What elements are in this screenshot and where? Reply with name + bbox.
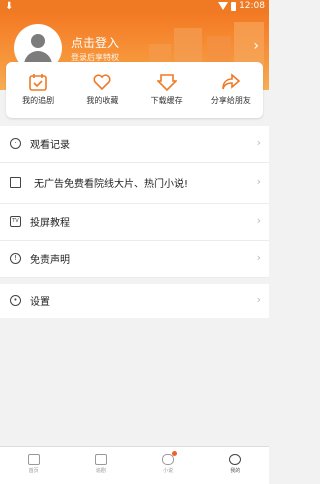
tv-tab-icon	[94, 454, 107, 465]
tv-icon: TV	[10, 216, 21, 227]
calendar-check-icon	[29, 74, 47, 91]
tab-follow[interactable]: 追剧	[67, 447, 134, 484]
menu-item-cast[interactable]: TV 投屏教程 ›	[0, 204, 269, 241]
profile-icon	[229, 454, 242, 465]
menu-item-promo[interactable]: 无广告免费看院线大片、热门小说! ›	[0, 163, 269, 204]
bottom-tab-bar: 首页 追剧 小说 我的	[0, 446, 269, 484]
tab-label: 追剧	[95, 468, 106, 474]
home-icon	[27, 454, 40, 465]
tab-home[interactable]: 首页	[0, 447, 67, 484]
info-icon: !	[10, 253, 21, 264]
status-time: 12:08	[239, 1, 265, 11]
chevron-right-icon: ›	[256, 136, 261, 149]
quick-label: 我的收藏	[86, 96, 119, 105]
tab-label: 首页	[28, 468, 39, 474]
chevron-right-icon: ›	[256, 214, 261, 227]
quick-share[interactable]: 分享给朋友	[199, 62, 263, 118]
quick-label: 下载缓存	[150, 96, 183, 105]
notification-badge	[172, 451, 178, 456]
book-icon	[10, 177, 21, 188]
menu-item-history[interactable]: · 观看记录 ›	[0, 126, 269, 163]
menu-label: 投屏教程	[30, 218, 70, 229]
download-arrow-icon	[156, 74, 177, 92]
tab-mine[interactable]: 我的	[202, 447, 269, 484]
heart-icon	[93, 74, 111, 91]
login-title[interactable]: 点击登入	[71, 34, 119, 51]
gear-icon: •	[10, 295, 21, 306]
menu-label: 无广告免费看院线大片、热门小说!	[34, 179, 189, 190]
quick-label: 分享给朋友	[210, 96, 251, 105]
settings-section: • 设置 ›	[0, 284, 269, 318]
quick-my-follow[interactable]: 我的追剧	[6, 62, 70, 118]
download-icon: ⬇	[5, 1, 14, 12]
chevron-right-icon: ›	[256, 251, 261, 264]
menu-list: · 观看记录 › 无广告免费看院线大片、热门小说! › TV 投屏教程 › ! …	[0, 126, 269, 278]
quick-my-favorites[interactable]: 我的收藏	[70, 62, 134, 118]
tab-label: 小说	[163, 468, 174, 474]
quick-downloads[interactable]: 下载缓存	[135, 62, 199, 118]
status-bar: ⬇ 12:08	[0, 0, 269, 14]
chevron-right-icon[interactable]: ›	[253, 38, 259, 54]
chevron-right-icon: ›	[256, 175, 261, 188]
clock-icon: ·	[10, 138, 21, 149]
share-icon	[222, 73, 241, 90]
menu-item-settings[interactable]: • 设置 ›	[0, 284, 269, 318]
tab-label: 我的	[230, 468, 241, 474]
chevron-right-icon: ›	[256, 293, 261, 306]
wifi-icon	[218, 2, 229, 10]
quick-label: 我的追剧	[22, 96, 55, 105]
battery-icon	[231, 1, 237, 11]
menu-item-disclaimer[interactable]: ! 免责声明 ›	[0, 241, 269, 278]
menu-label: 免责声明	[30, 255, 70, 266]
menu-label: 观看记录	[30, 140, 70, 151]
quick-actions: 我的追剧 我的收藏 下载缓存 分享给朋友	[6, 62, 263, 118]
settings-label: 设置	[30, 297, 50, 308]
tab-novel[interactable]: 小说	[135, 447, 202, 484]
